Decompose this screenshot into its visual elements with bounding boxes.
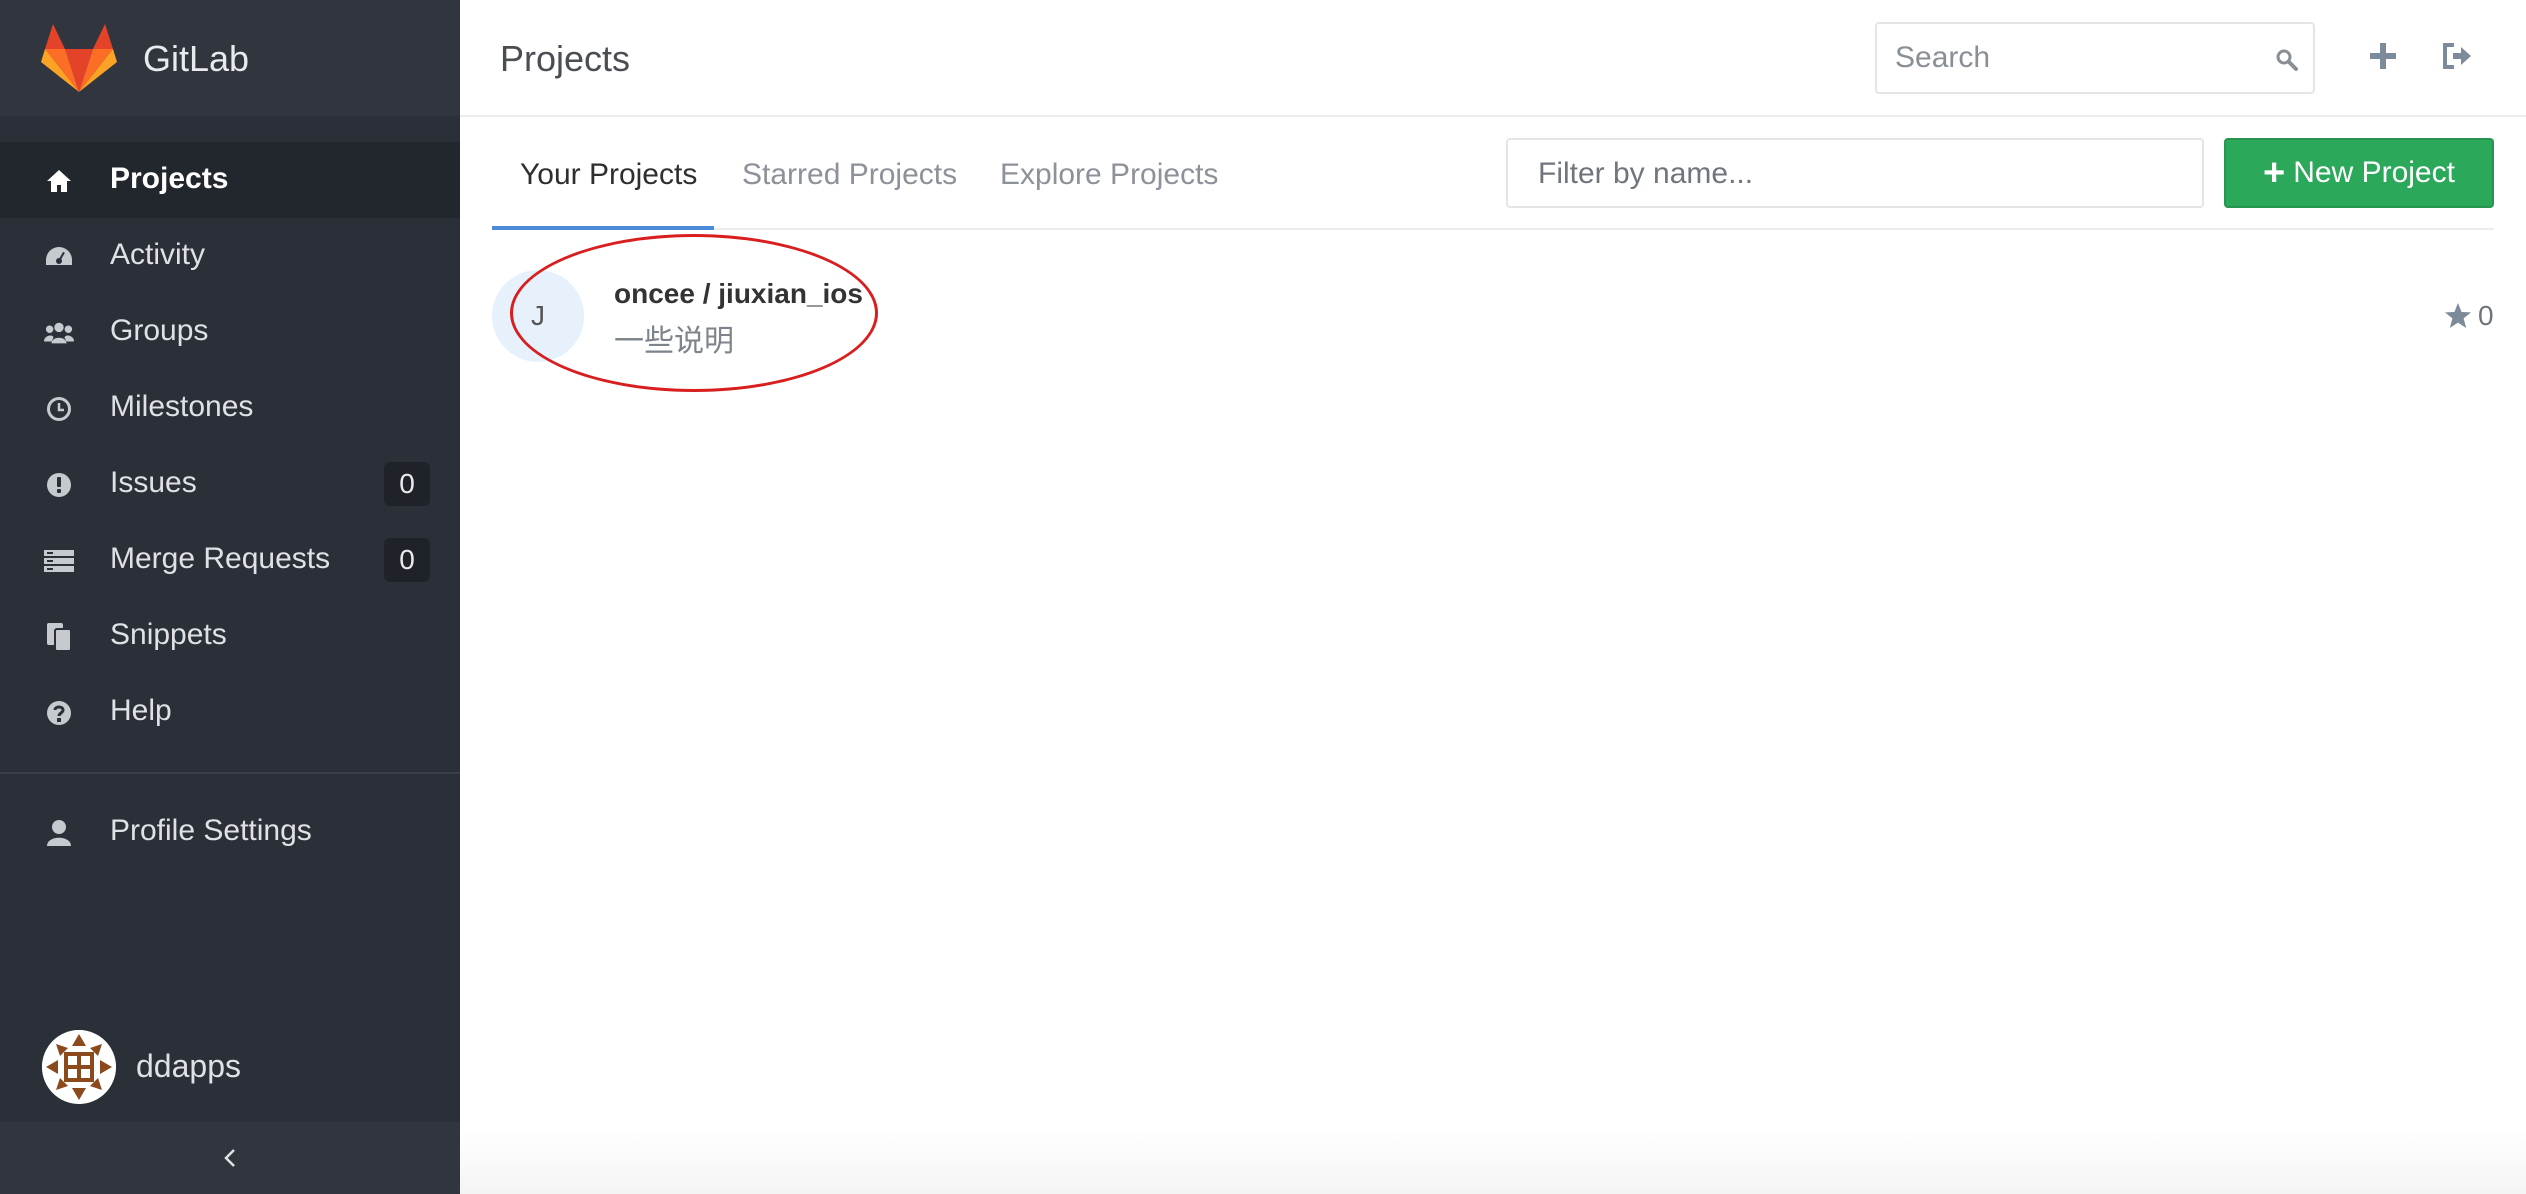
sign-out-icon (2443, 43, 2471, 69)
question-circle-icon (44, 698, 74, 728)
new-project-label: New Project (2293, 156, 2455, 189)
plus-icon (2370, 43, 2396, 69)
app-name: GitLab (143, 38, 250, 79)
user-icon (44, 818, 74, 848)
project-avatar: J (492, 270, 584, 362)
clock-icon (44, 394, 74, 424)
sidebar-item-milestones[interactable]: Milestones (0, 370, 460, 446)
filter-input[interactable] (1538, 154, 2178, 194)
sidebar-item-label: Snippets (110, 618, 227, 651)
page-title: Projects (500, 38, 631, 79)
tab-label: Explore Projects (1000, 158, 1219, 191)
sidebar-item-issues[interactable]: Issues 0 (0, 446, 460, 522)
filter-box[interactable] (1506, 138, 2204, 208)
users-icon (44, 318, 74, 348)
sidebar-item-projects[interactable]: Projects (0, 142, 460, 218)
home-icon (44, 166, 74, 196)
list-icon (44, 546, 74, 576)
chevron-left-icon (224, 1149, 235, 1167)
new-item-button[interactable] (2363, 36, 2403, 76)
top-header: Projects (460, 0, 2526, 117)
search-input[interactable] (1895, 38, 2255, 78)
sidebar-item-label: Merge Requests (110, 542, 331, 575)
list-item[interactable]: J oncee / jiuxian_ios 一些说明 0 (492, 266, 2494, 370)
sidebar-item-label: Groups (110, 314, 209, 347)
brand-header[interactable]: GitLab (0, 0, 460, 116)
bottom-fade (460, 1130, 2526, 1194)
sign-out-button[interactable] (2437, 36, 2477, 76)
issues-count-badge: 0 (384, 462, 430, 506)
sidebar-item-label: Projects (110, 162, 229, 195)
tab-your-projects[interactable]: Your Projects (492, 128, 714, 230)
tab-label: Your Projects (520, 158, 698, 191)
collapse-sidebar-button[interactable] (0, 1122, 460, 1194)
tab-explore-projects[interactable]: Explore Projects (1000, 128, 1218, 230)
sidebar-item-groups[interactable]: Groups (0, 294, 460, 370)
username: ddapps (136, 1048, 241, 1084)
sidebar-item-snippets[interactable]: Snippets (0, 598, 460, 674)
clipboard-icon (44, 622, 74, 652)
sidebar-item-label: Milestones (110, 390, 254, 423)
search-icon[interactable] (2275, 48, 2299, 72)
sidebar-profile-section: Profile Settings (0, 794, 460, 870)
merge-requests-count-badge: 0 (384, 538, 430, 582)
sidebar-item-label: Issues (110, 466, 197, 499)
exclamation-circle-icon (44, 470, 74, 500)
star-count[interactable]: 0 (2444, 300, 2494, 332)
sidebar-item-activity[interactable]: Activity (0, 218, 460, 294)
tab-starred-projects[interactable]: Starred Projects (742, 128, 957, 230)
sidebar-item-merge-requests[interactable]: Merge Requests 0 (0, 522, 460, 598)
sidebar: GitLab Projects Activity Groups Mileston… (0, 0, 460, 1194)
sidebar-item-help[interactable]: Help (0, 674, 460, 750)
sidebar-divider (0, 772, 460, 774)
gitlab-logo-icon (41, 24, 117, 92)
new-project-button[interactable]: + New Project (2224, 138, 2494, 208)
sidebar-item-profile-settings[interactable]: Profile Settings (0, 794, 460, 870)
star-count-value: 0 (2478, 300, 2494, 331)
sidebar-nav: Projects Activity Groups Milestones Issu… (0, 142, 460, 750)
sidebar-item-label: Profile Settings (110, 814, 312, 847)
current-user[interactable]: ddapps (0, 1030, 460, 1106)
avatar (42, 1030, 116, 1104)
tab-label: Starred Projects (742, 158, 958, 191)
plus-icon: + (2263, 152, 2286, 194)
search-box[interactable] (1875, 22, 2315, 94)
sidebar-item-label: Help (110, 694, 172, 727)
project-description: 一些说明 (614, 324, 734, 359)
sidebar-item-label: Activity (110, 238, 206, 271)
project-name-link[interactable]: oncee / jiuxian_ios (614, 278, 863, 310)
star-icon (2445, 303, 2471, 328)
dashboard-icon (44, 242, 74, 272)
